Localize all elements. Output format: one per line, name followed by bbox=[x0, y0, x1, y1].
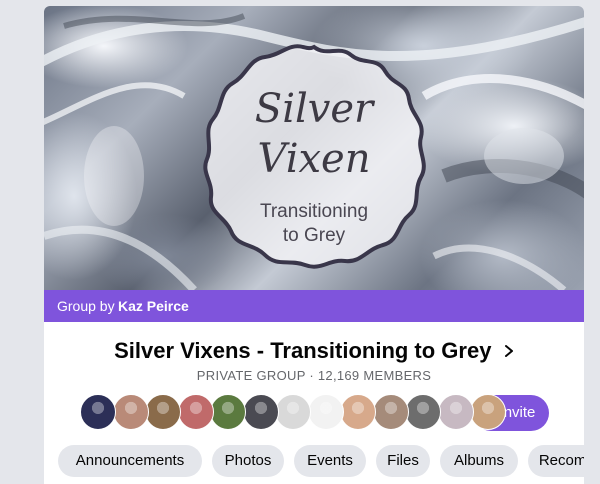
member-avatar-7[interactable] bbox=[275, 394, 311, 430]
group-title[interactable]: Silver Vixens - Transitioning to Grey bbox=[114, 336, 491, 366]
member-avatar-3[interactable] bbox=[145, 394, 181, 430]
member-avatar-13[interactable] bbox=[470, 394, 506, 430]
logo-title-line2: Vixen bbox=[257, 136, 371, 182]
chevron-right-icon[interactable] bbox=[504, 344, 514, 358]
group-owner-banner: Group by Kaz Peirce bbox=[44, 290, 584, 322]
tab-files[interactable]: Files bbox=[376, 445, 430, 477]
member-avatar-5[interactable] bbox=[210, 394, 246, 430]
logo-subtitle-line1: Transitioning bbox=[259, 201, 369, 222]
group-header-card: Silver Vixen Transitioning to Grey Group… bbox=[44, 6, 584, 484]
cover-photo[interactable]: Silver Vixen Transitioning to Grey bbox=[44, 6, 584, 290]
logo-subtitle-line2: to Grey bbox=[282, 225, 346, 246]
logo-title-line1: Silver bbox=[254, 86, 374, 132]
member-avatar-12[interactable] bbox=[437, 394, 474, 430]
group-owner-link[interactable]: Kaz Peirce bbox=[118, 290, 189, 322]
logo-text: Silver Vixen Transitioning to Grey bbox=[199, 41, 429, 271]
member-avatar-9[interactable] bbox=[340, 394, 376, 430]
group-title-row[interactable]: Silver Vixens - Transitioning to Grey bbox=[44, 336, 584, 370]
group-privacy-members[interactable]: PRIVATE GROUP · 12,169 MEMBERS bbox=[44, 368, 584, 383]
member-avatar-1[interactable] bbox=[80, 394, 116, 430]
member-avatar-11[interactable] bbox=[405, 394, 441, 430]
group-by-label: Group by bbox=[57, 298, 115, 314]
tab-albums[interactable]: Albums bbox=[440, 445, 518, 477]
tab-announcements[interactable]: Announcements bbox=[58, 445, 202, 477]
member-avatar-4[interactable] bbox=[177, 394, 214, 430]
member-avatar-2[interactable] bbox=[112, 394, 149, 430]
tab-photos[interactable]: Photos bbox=[212, 445, 284, 477]
tab-recomme[interactable]: Recomme bbox=[528, 445, 584, 477]
member-avatar-6[interactable] bbox=[242, 394, 279, 430]
member-avatar-10[interactable] bbox=[372, 394, 409, 430]
member-avatar-8[interactable] bbox=[307, 394, 344, 430]
tab-events[interactable]: Events bbox=[294, 445, 366, 477]
